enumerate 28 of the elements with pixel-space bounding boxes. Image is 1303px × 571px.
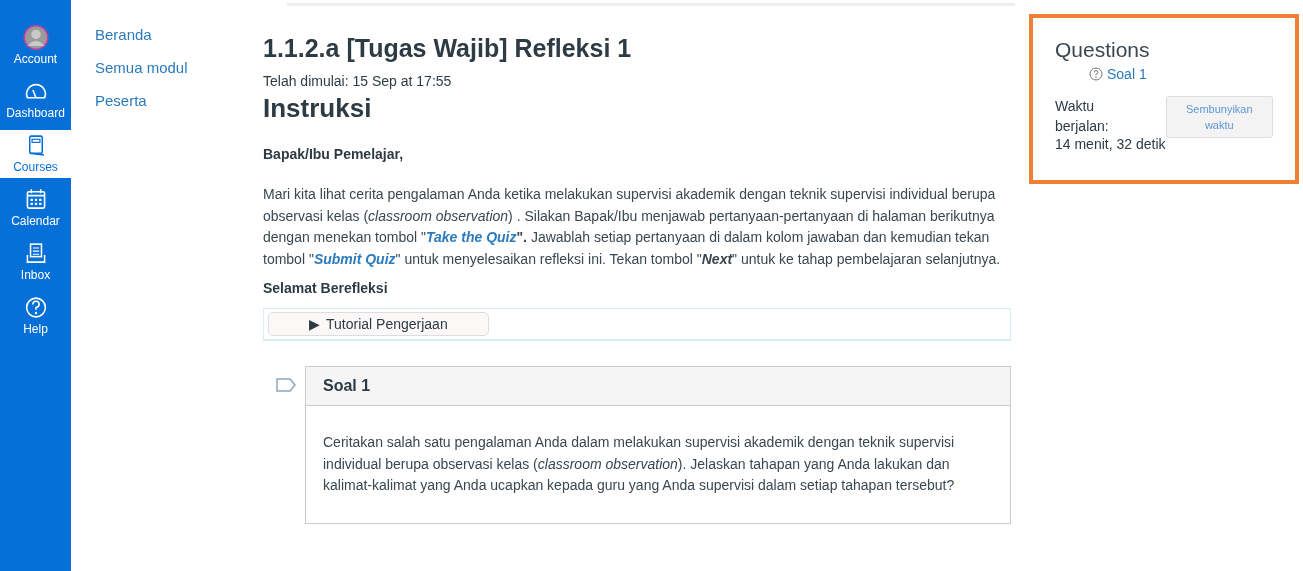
- course-nav-link[interactable]: Peserta: [95, 92, 147, 109]
- nav-item[interactable]: Courses: [0, 130, 71, 178]
- quiz-link[interactable]: Take the Quiz: [425, 229, 517, 245]
- nav-item[interactable]: Account: [0, 22, 71, 70]
- avatar-icon: [22, 25, 49, 50]
- panel-title: Questions: [1055, 38, 1151, 62]
- timer-value: 14 menit, 32 detik: [1055, 136, 1166, 152]
- tutorial-toggle[interactable]: ▶ Tutorial Pengerjaan: [268, 312, 489, 336]
- started-time: Telah dimulai: 15 Sep at 17:55: [263, 73, 453, 89]
- closing-text: Selamat Berefleksi: [263, 280, 389, 296]
- nav-item[interactable]: Help: [0, 292, 71, 340]
- nav-item[interactable]: Calendar: [0, 184, 71, 232]
- nav-item[interactable]: Inbox: [0, 238, 71, 286]
- hide-timer-button[interactable]: Sembunyikan waktu: [1165, 96, 1273, 138]
- section-heading: Instruksi: [263, 93, 373, 124]
- question-link[interactable]: Soal 1: [1089, 66, 1147, 82]
- nav-item[interactable]: Dashboard: [0, 76, 71, 124]
- quiz-title: 1.1.2.a [Tugas Wajib] Refleksi 1: [263, 34, 633, 63]
- question-title: Soal 1: [306, 367, 1010, 406]
- course-nav-link[interactable]: Semua modul: [95, 59, 188, 76]
- course-nav-link[interactable]: Beranda: [95, 26, 152, 43]
- help-icon: [1089, 67, 1103, 81]
- instruction-paragraph: Mari kita lihat cerita pengalaman Anda ketika melakukan supervisi akademik dengan teknik supervisi individual berupa observasi kelas (classroom observation) . Silakan Bapak/Ibu menjawab pertanyaan-pertanyaan di halaman berikutnya dengan menekan tombol "Take the Quiz". Jawablah setiap pertanyaan di dalam kolom jawaban dan kemudian tekan tombol "Submit Quiz" untuk menyelesaikan refleksi ini. Tekan tombol "Next" untuk ke tahap pembelajaran selanjutnya.: [263, 185, 1002, 269]
- flag-icon[interactable]: [276, 378, 296, 392]
- greeting-text: Bapak/Ibu Pemelajar,: [263, 146, 405, 162]
- timer-label: Waktu berjalan:: [1055, 97, 1110, 136]
- question-text: Ceritakan salah satu pengalaman Anda dalam melakukan supervisi akademik dengan teknik supervisi individual berupa observasi kelas (classroom observation). Jelaskan tahapan yang Anda lakukan dan kalimat-kalimat yang Anda ucapkan kepada guru yang Anda supervisi dalam setiap tahapan tersebut?: [322, 433, 956, 495]
- quiz-link[interactable]: Submit Quiz: [313, 250, 396, 267]
